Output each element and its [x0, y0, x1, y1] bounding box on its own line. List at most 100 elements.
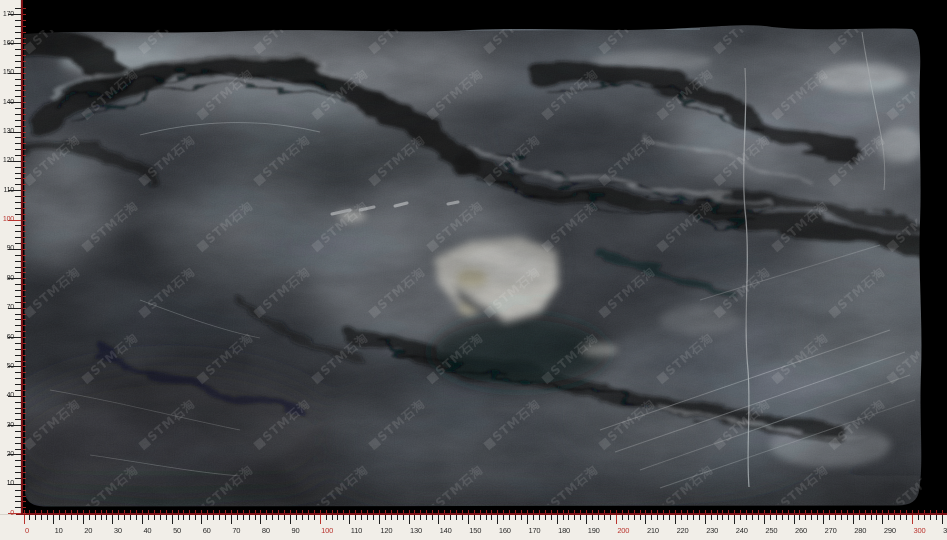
- laser-dash-v: [23, 478, 26, 479]
- laser-dash-h: [414, 510, 415, 513]
- laser-dash-v: [23, 73, 26, 74]
- laser-dash-h: [924, 510, 925, 513]
- laser-dash-h: [936, 510, 937, 513]
- laser-dash-v: [23, 425, 26, 426]
- laser-dash-h: [497, 510, 498, 513]
- hruler-tick: [124, 515, 125, 520]
- laser-dash-h: [29, 510, 30, 513]
- laser-dash-h: [823, 510, 824, 513]
- hruler-tick: [758, 515, 759, 520]
- vruler-tick: [15, 255, 21, 256]
- laser-dash-v: [23, 20, 26, 21]
- laser-dash-h: [699, 510, 700, 513]
- laser-dash-h: [805, 510, 806, 513]
- laser-dash-h: [361, 510, 362, 513]
- vruler-tick: [15, 120, 21, 121]
- laser-dash-h: [24, 510, 25, 513]
- hruler-label: 120: [380, 527, 392, 535]
- hruler-tick: [746, 515, 747, 520]
- laser-dash-h: [557, 510, 558, 513]
- hruler-tick: [811, 515, 812, 520]
- laser-dash-h: [183, 510, 184, 513]
- laser-dash-v: [23, 120, 26, 121]
- laser-dash-h: [337, 510, 338, 513]
- vruler-label: 140: [0, 99, 14, 106]
- hruler-tick: [509, 515, 510, 520]
- laser-dash-v: [23, 55, 26, 56]
- laser-dash-h: [225, 510, 226, 513]
- laser-dash-h: [189, 510, 190, 513]
- hruler-tick: [764, 515, 765, 524]
- laser-dash-v: [23, 361, 26, 362]
- hruler-tick: [65, 515, 66, 520]
- laser-dash-v: [23, 390, 26, 391]
- vruler-tick: [15, 214, 21, 215]
- laser-dash-v: [23, 38, 26, 39]
- laser-dash-h: [432, 510, 433, 513]
- vruler-tick: [15, 449, 21, 450]
- laser-dash-v: [23, 184, 26, 185]
- hruler-label: 130: [410, 527, 422, 535]
- laser-dash-h: [308, 510, 309, 513]
- hruler-tick: [450, 515, 451, 520]
- laser-dash-v: [23, 255, 26, 256]
- hruler-tick: [788, 515, 789, 520]
- laser-dash-h: [41, 510, 42, 513]
- vruler-tick: [15, 284, 21, 285]
- hruler-label: 270: [825, 527, 837, 535]
- laser-dash-v: [23, 484, 26, 485]
- laser-dash-h: [776, 510, 777, 513]
- laser-dash-h: [788, 510, 789, 513]
- hruler-tick: [728, 515, 729, 520]
- laser-dash-v: [23, 466, 26, 467]
- laser-dash-h: [420, 510, 421, 513]
- hruler-label: 20: [84, 527, 92, 535]
- hruler-tick: [515, 515, 516, 520]
- hruler-tick: [148, 515, 149, 520]
- hruler-tick: [604, 515, 605, 520]
- vruler-tick: [15, 202, 21, 203]
- hruler-tick: [711, 515, 712, 520]
- vruler-tick: [15, 372, 21, 373]
- vruler-label: 0: [0, 510, 14, 517]
- hruler-tick: [563, 515, 564, 520]
- hruler-tick: [47, 515, 48, 520]
- hruler-tick: [527, 515, 528, 524]
- hruler-tick: [166, 515, 167, 520]
- laser-dash-h: [112, 510, 113, 513]
- hruler-label: 150: [469, 527, 481, 535]
- hruler-tick: [272, 515, 273, 520]
- laser-dash-v: [23, 32, 26, 33]
- hruler-tick: [53, 515, 54, 524]
- hruler-tick: [823, 515, 824, 524]
- laser-dash-v: [23, 102, 26, 103]
- laser-dash-v: [23, 431, 26, 432]
- vruler-tick: [15, 149, 21, 150]
- hruler-tick: [592, 515, 593, 520]
- laser-dash-h: [871, 510, 872, 513]
- hruler-tick: [130, 515, 131, 520]
- laser-dash-h: [130, 510, 131, 513]
- laser-dash-v: [23, 161, 26, 162]
- hruler-tick: [936, 515, 937, 520]
- laser-dash-h: [178, 510, 179, 513]
- vruler-tick: [15, 302, 21, 303]
- hruler-tick: [640, 515, 641, 520]
- laser-dash-h: [124, 510, 125, 513]
- hruler-tick: [41, 515, 42, 520]
- laser-dash-v: [23, 437, 26, 438]
- hruler-tick: [367, 515, 368, 520]
- laser-dash-h: [391, 510, 392, 513]
- vruler-tick: [15, 90, 21, 91]
- laser-dash-h: [586, 510, 587, 513]
- hruler-tick: [266, 515, 267, 520]
- hruler-tick: [574, 515, 575, 520]
- vruler-tick: [15, 26, 21, 27]
- laser-dash-h: [545, 510, 546, 513]
- laser-dash-h: [118, 510, 119, 513]
- vruler-tick: [15, 61, 21, 62]
- laser-dash-v: [23, 396, 26, 397]
- laser-dash-h: [474, 510, 475, 513]
- laser-dash-v: [23, 372, 26, 373]
- hruler-tick: [888, 515, 889, 520]
